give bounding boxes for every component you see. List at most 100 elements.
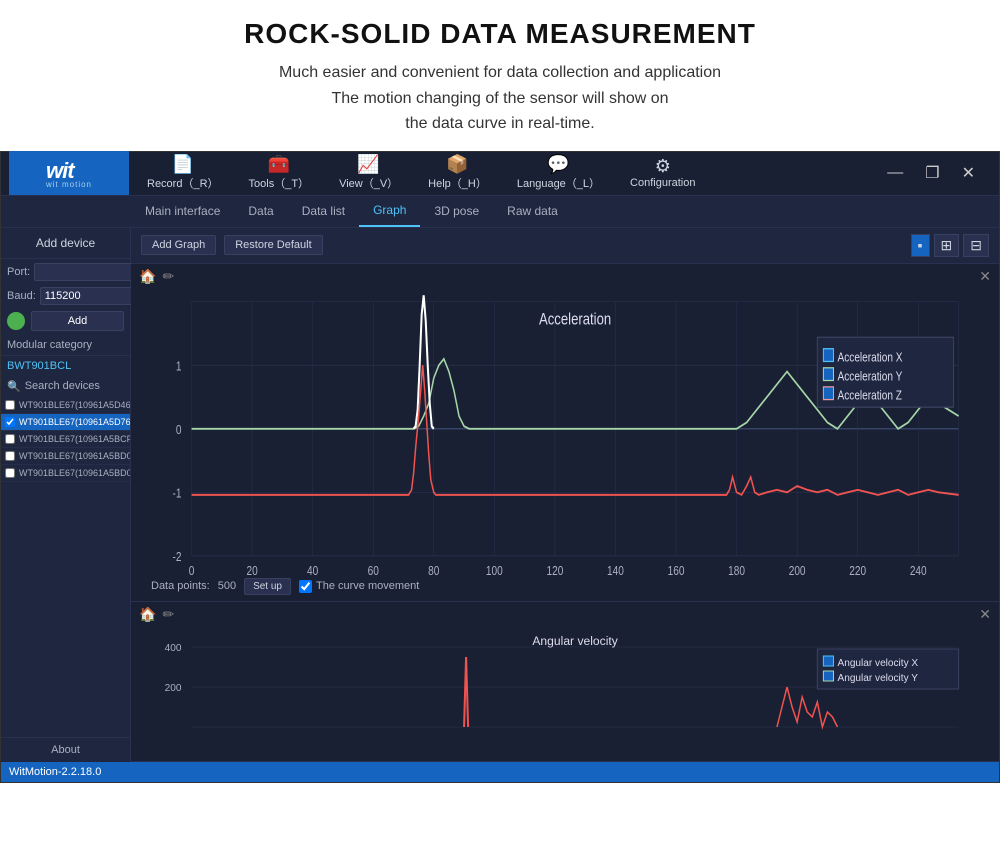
view-controls: ▪ ⊞ ⊟	[911, 234, 989, 257]
add-device-button[interactable]: Add device	[1, 228, 130, 259]
tab-3d-pose[interactable]: 3D pose	[420, 195, 493, 227]
svg-text:200: 200	[165, 683, 182, 694]
marketing-subtitle: Much easier and convenient for data coll…	[20, 60, 980, 137]
view-grid2-button[interactable]: ⊞	[934, 234, 960, 257]
toolbar-view[interactable]: 📈 View（_V）	[331, 151, 406, 195]
device-list: WT901BLE67(10961A5D4648) WT901BLE67(1096…	[1, 397, 130, 737]
baud-row: Baud:	[1, 285, 130, 307]
maximize-button[interactable]: ❐	[917, 161, 947, 185]
chart-footer-1: Data points: 500 Set up The curve moveme…	[131, 576, 999, 597]
curve-movement-checkbox[interactable]	[299, 580, 312, 593]
toolbar-configuration[interactable]: ⚙ Configuration	[622, 153, 703, 193]
app-window: wit wit motion 📄 Record（_R） 🧰 Tools（_T） …	[0, 151, 1000, 783]
toolbar-help[interactable]: 📦 Help（_H）	[420, 151, 495, 195]
toolbar-language[interactable]: 💬 Language（_L）	[509, 151, 608, 195]
tab-data-list[interactable]: Data list	[288, 195, 359, 227]
view-grid3-button[interactable]: ⊟	[963, 234, 989, 257]
baud-label: Baud:	[7, 290, 36, 302]
tab-raw-data[interactable]: Raw data	[493, 195, 572, 227]
right-content: Add Graph Restore Default ▪ ⊞ ⊟ 🏠 ✏ ✕	[131, 228, 999, 762]
language-icon: 💬	[547, 155, 569, 173]
chart-edit-icon-2[interactable]: ✏	[162, 606, 174, 623]
search-devices[interactable]: 🔍 Search devices	[1, 376, 130, 397]
device-item-1[interactable]: WT901BLE67(10961A5D4648)	[1, 397, 130, 414]
device-name: BWT901BCL	[1, 356, 130, 376]
marketing-section: ROCK-SOLID DATA MEASUREMENT Much easier …	[0, 0, 1000, 151]
close-button[interactable]: ✕	[954, 161, 983, 185]
setup-button[interactable]: Set up	[244, 578, 291, 595]
graph-toolbar: Add Graph Restore Default ▪ ⊞ ⊟	[131, 228, 999, 264]
title-bar: wit wit motion 📄 Record（_R） 🧰 Tools（_T） …	[1, 152, 999, 196]
chart-container-2: 400 200 Angular velocity	[131, 627, 999, 747]
svg-text:1: 1	[176, 360, 182, 373]
modular-category: Modular category	[1, 335, 130, 356]
version-text: WitMotion-2.2.18.0	[9, 766, 101, 778]
curve-movement-label: The curve movement	[316, 580, 419, 592]
chart-panel-header-1: 🏠 ✏	[131, 264, 999, 289]
device-label-1: WT901BLE67(10961A5D4648)	[19, 400, 130, 410]
chart-close-2[interactable]: ✕	[979, 606, 991, 623]
chart-move-icon-1[interactable]: 🏠	[139, 268, 156, 285]
tab-graph[interactable]: Graph	[359, 195, 420, 227]
svg-text:Angular velocity Y: Angular velocity Y	[838, 673, 919, 684]
about-button[interactable]: About	[1, 737, 130, 762]
svg-text:Acceleration: Acceleration	[539, 311, 611, 329]
record-icon: 📄	[172, 155, 194, 173]
device-checkbox-5[interactable]	[5, 468, 15, 478]
svg-text:-2: -2	[172, 551, 181, 564]
device-checkbox-4[interactable]	[5, 451, 15, 461]
device-label-4: WT901BLE67(10961A5BD089)	[19, 451, 130, 461]
window-controls: — ❐ ✕	[879, 161, 991, 185]
view-single-button[interactable]: ▪	[911, 234, 930, 257]
tab-data[interactable]: Data	[234, 195, 287, 227]
configuration-icon: ⚙	[655, 157, 671, 175]
svg-text:Angular velocity: Angular velocity	[532, 634, 617, 648]
device-item-2[interactable]: WT901BLE67(10961A5D76D3)	[1, 414, 130, 431]
toolbar-tools[interactable]: 🧰 Tools（_T）	[241, 151, 318, 195]
toolbar-icons: 📄 Record（_R） 🧰 Tools（_T） 📈 View（_V） 📦 He…	[129, 151, 879, 195]
svg-text:Acceleration Y: Acceleration Y	[838, 370, 903, 383]
svg-text:-1: -1	[172, 487, 181, 500]
search-devices-label: Search devices	[25, 380, 100, 392]
svg-text:0: 0	[176, 424, 182, 437]
marketing-title: ROCK-SOLID DATA MEASUREMENT	[20, 18, 980, 50]
add-graph-button[interactable]: Add Graph	[141, 235, 216, 255]
main-area: Add device Port: Baud: Add Modular categ…	[1, 228, 999, 762]
device-checkbox-1[interactable]	[5, 400, 15, 410]
svg-text:400: 400	[165, 643, 182, 654]
chart-panel-header-2: 🏠 ✏	[131, 602, 999, 627]
device-item-5[interactable]: WT901BLE67(10961A5BD034)	[1, 465, 130, 482]
view-icon: 📈	[357, 155, 379, 173]
data-points-label: Data points:	[151, 580, 210, 592]
device-checkbox-3[interactable]	[5, 434, 15, 444]
nav-tabs-row: Main interface Data Data list Graph 3D p…	[1, 196, 999, 228]
device-checkbox-2[interactable]	[5, 417, 15, 427]
tab-main-interface[interactable]: Main interface	[131, 195, 234, 227]
tools-icon: 🧰	[268, 155, 290, 173]
chart-move-icon-2[interactable]: 🏠	[139, 606, 156, 623]
acceleration-chart-svg: 1 0 -1 -2 0 20 40 60 80 100 120	[131, 289, 999, 594]
device-item-4[interactable]: WT901BLE67(10961A5BD089)	[1, 448, 130, 465]
chart-close-1[interactable]: ✕	[979, 268, 991, 285]
svg-text:Angular velocity X: Angular velocity X	[838, 658, 919, 669]
port-label: Port:	[7, 266, 30, 278]
svg-text:Acceleration X: Acceleration X	[838, 351, 903, 364]
minimize-button[interactable]: —	[879, 161, 911, 185]
restore-default-button[interactable]: Restore Default	[224, 235, 322, 255]
chart-edit-icon-1[interactable]: ✏	[162, 268, 174, 285]
device-label-2: WT901BLE67(10961A5D76D3)	[19, 417, 130, 427]
sidebar: Add device Port: Baud: Add Modular categ…	[1, 228, 131, 762]
logo-sub: wit motion	[46, 180, 92, 189]
angular-chart-svg: 400 200 Angular velocity	[131, 627, 999, 747]
help-icon: 📦	[446, 155, 468, 173]
device-item-3[interactable]: WT901BLE67(10961A5BCFF1)	[1, 431, 130, 448]
svg-text:Acceleration Z: Acceleration Z	[838, 389, 902, 402]
add-connection-button[interactable]: Add	[31, 311, 124, 331]
search-icon: 🔍	[7, 380, 21, 393]
chart-container-1: 1 0 -1 -2 0 20 40 60 80 100 120	[131, 289, 999, 594]
chart-panels: 🏠 ✏ ✕	[131, 264, 999, 762]
chart-panel-acceleration: 🏠 ✏ ✕	[131, 264, 999, 602]
logo-area: wit wit motion	[9, 151, 129, 195]
toolbar-record[interactable]: 📄 Record（_R）	[139, 151, 227, 195]
port-row: Port:	[1, 259, 130, 285]
